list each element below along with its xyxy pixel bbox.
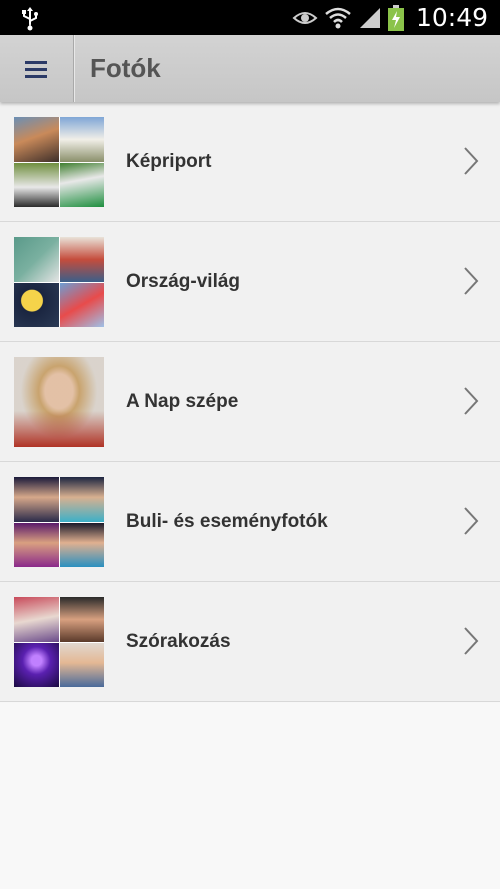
chevron-right-icon	[464, 147, 479, 175]
status-bar: 10:49	[0, 0, 500, 35]
category-thumbnail	[14, 357, 104, 447]
eye-icon	[292, 11, 318, 24]
category-label: Szórakozás	[126, 631, 231, 652]
signal-icon	[359, 7, 380, 28]
wifi-icon	[325, 7, 351, 28]
category-item-orszag-vilag[interactable]: Ország-világ	[0, 222, 500, 342]
app-bar: Fotók	[0, 35, 500, 102]
category-label: Ország-világ	[126, 271, 241, 292]
battery-charging-icon	[387, 4, 404, 31]
category-thumbnail	[14, 237, 104, 327]
category-label: Képriport	[126, 151, 212, 172]
category-item-buli-es-esemenyfotok[interactable]: Buli- és eseményfotók	[0, 462, 500, 582]
page-title: Fotók	[90, 53, 161, 83]
empty-area	[0, 703, 500, 889]
category-thumbnail	[14, 117, 104, 207]
category-item-a-nap-szepe[interactable]: A Nap szépe	[0, 342, 500, 462]
category-thumbnail	[14, 597, 104, 687]
category-label: Buli- és eseményfotók	[126, 511, 328, 532]
category-list: Képriport Ország-világ A Nap szépe Buli-…	[0, 102, 500, 702]
menu-button[interactable]	[0, 35, 72, 102]
chevron-right-icon	[464, 507, 479, 535]
usb-icon	[22, 7, 38, 31]
clock: 10:49	[415, 3, 488, 32]
hamburger-menu-icon	[25, 60, 47, 78]
app-bar-divider	[73, 35, 74, 102]
chevron-right-icon	[464, 267, 479, 295]
category-label: A Nap szépe	[126, 391, 239, 412]
category-thumbnail	[14, 477, 104, 567]
chevron-right-icon	[464, 387, 479, 415]
category-item-kepriport[interactable]: Képriport	[0, 102, 500, 222]
category-item-szorakozas[interactable]: Szórakozás	[0, 582, 500, 702]
chevron-right-icon	[464, 627, 479, 655]
